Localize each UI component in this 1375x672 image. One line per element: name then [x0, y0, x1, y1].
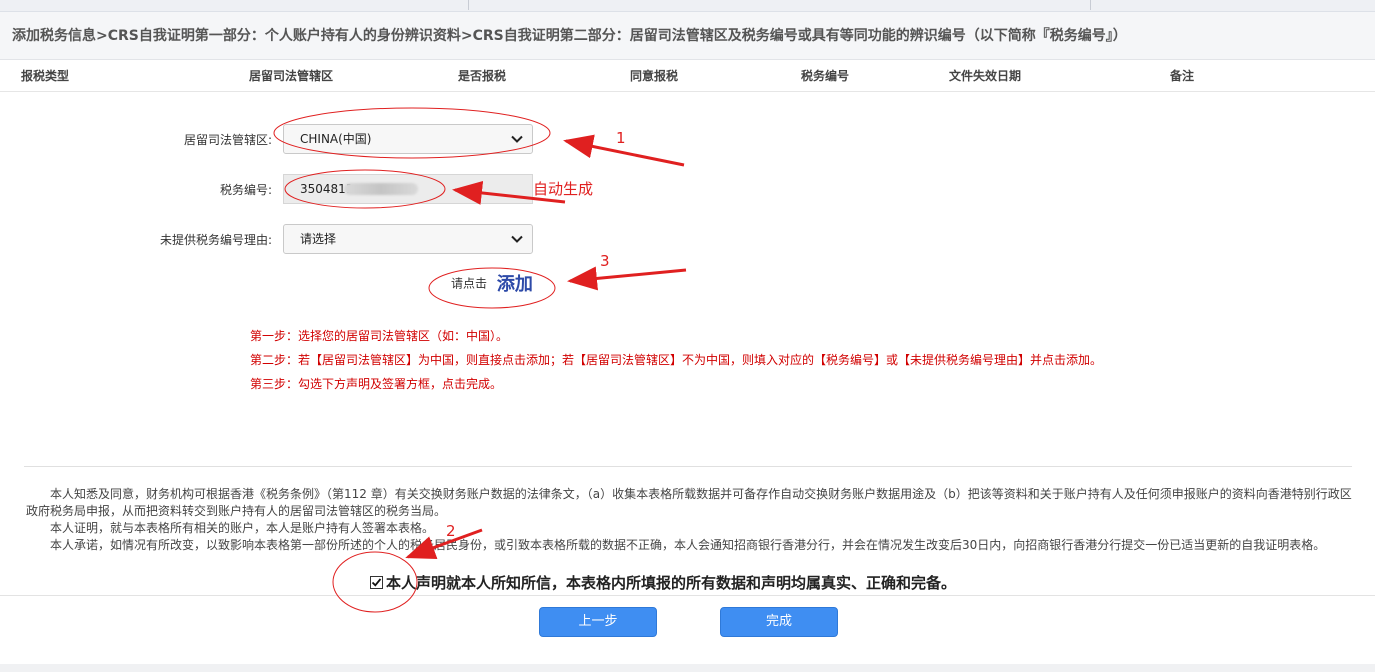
no-tax-reason-select[interactable]: 请选择 — [283, 224, 533, 254]
col-tax-type: 报税类型 — [21, 69, 70, 83]
declaration-paragraph-3: 本人承诺，如情况有所改变，以致影响本表格第一部份所述的个人的税务居民身份，或引致… — [50, 538, 1326, 552]
top-tab-strip — [0, 0, 1375, 12]
no-tax-reason-value: 请选择 — [300, 232, 337, 246]
col-remarks: 备注 — [1170, 69, 1195, 83]
add-row: 请点击 添加 — [451, 270, 533, 296]
checkmark-icon — [371, 578, 382, 587]
col-is-reporting: 是否报税 — [458, 69, 507, 83]
no-tax-reason-label: 未提供税务编号理由: — [159, 233, 272, 247]
col-expiry-date: 文件失效日期 — [949, 69, 1022, 83]
redacted-blur — [344, 183, 418, 195]
annotation-number-1: 1 — [616, 129, 626, 147]
jurisdiction-value: CHINA(中国) — [300, 132, 372, 146]
add-link[interactable]: 添加 — [497, 274, 533, 295]
jurisdiction-label: 居留司法管辖区: — [183, 133, 272, 147]
step-2: 第二步：若【居留司法管辖区】为中国，则直接点击添加；若【居留司法管辖区】不为中国… — [250, 353, 1103, 367]
step-1: 第一步：选择您的居留司法管辖区（如：中国）。 — [250, 329, 509, 343]
finish-button[interactable]: 完成 — [720, 607, 838, 637]
confirm-declaration: 本人声明就本人所知所信，本表格内所填报的所有数据和声明均属真实、正确和完备。 — [370, 572, 956, 593]
col-tax-number: 税务编号 — [801, 69, 850, 83]
breadcrumb: 添加税务信息>CRS自我证明第一部分：个人账户持有人的身份辨识资料>CRS自我证… — [0, 12, 1375, 60]
step-3: 第三步：勾选下方声明及签署方框，点击完成。 — [250, 377, 503, 391]
annotation-number-3: 3 — [600, 252, 610, 270]
instruction-steps: 第一步：选择您的居留司法管辖区（如：中国）。 第二步：若【居留司法管辖区】为中国… — [250, 328, 1102, 400]
tax-number-field[interactable]: 3504811 — [283, 174, 533, 204]
col-jurisdiction: 居留司法管辖区 — [249, 69, 334, 83]
declaration-paragraph-1: 本人知悉及同意，财务机构可根据香港《税务条例》（第112 章）有关交换财务账户数… — [26, 487, 1352, 518]
confirm-text: 本人声明就本人所知所信，本表格内所填报的所有数据和声明均属真实、正确和完备。 — [386, 574, 957, 592]
bottom-strip — [0, 664, 1375, 672]
tax-number-label: 税务编号: — [219, 183, 272, 197]
confirm-checkbox[interactable] — [370, 576, 383, 589]
annotation-number-2: 2 — [446, 522, 456, 540]
add-prefix-text: 请点击 — [451, 276, 488, 291]
jurisdiction-select[interactable]: CHINA(中国) — [283, 124, 533, 154]
tax-info-table-header: 报税类型 居留司法管辖区 是否报税 同意报税 税务编号 文件失效日期 备注 — [0, 60, 1375, 92]
col-agree-reporting: 同意报税 — [630, 69, 679, 83]
prev-step-button[interactable]: 上一步 — [539, 607, 657, 637]
footer-divider — [0, 595, 1375, 596]
declaration-paragraph-2: 本人证明，就与本表格所有相关的账户，本人是账户持有人签署本表格。 — [50, 521, 435, 535]
chevron-down-icon — [511, 135, 523, 143]
section-divider — [24, 466, 1352, 467]
annotation-arrow-3 — [567, 266, 687, 291]
declaration-text: 本人知悉及同意，财务机构可根据香港《税务条例》（第112 章）有关交换财务账户数… — [26, 486, 1352, 554]
chevron-down-icon — [511, 235, 523, 243]
annotation-auto-generate: 自动生成 — [533, 180, 594, 198]
